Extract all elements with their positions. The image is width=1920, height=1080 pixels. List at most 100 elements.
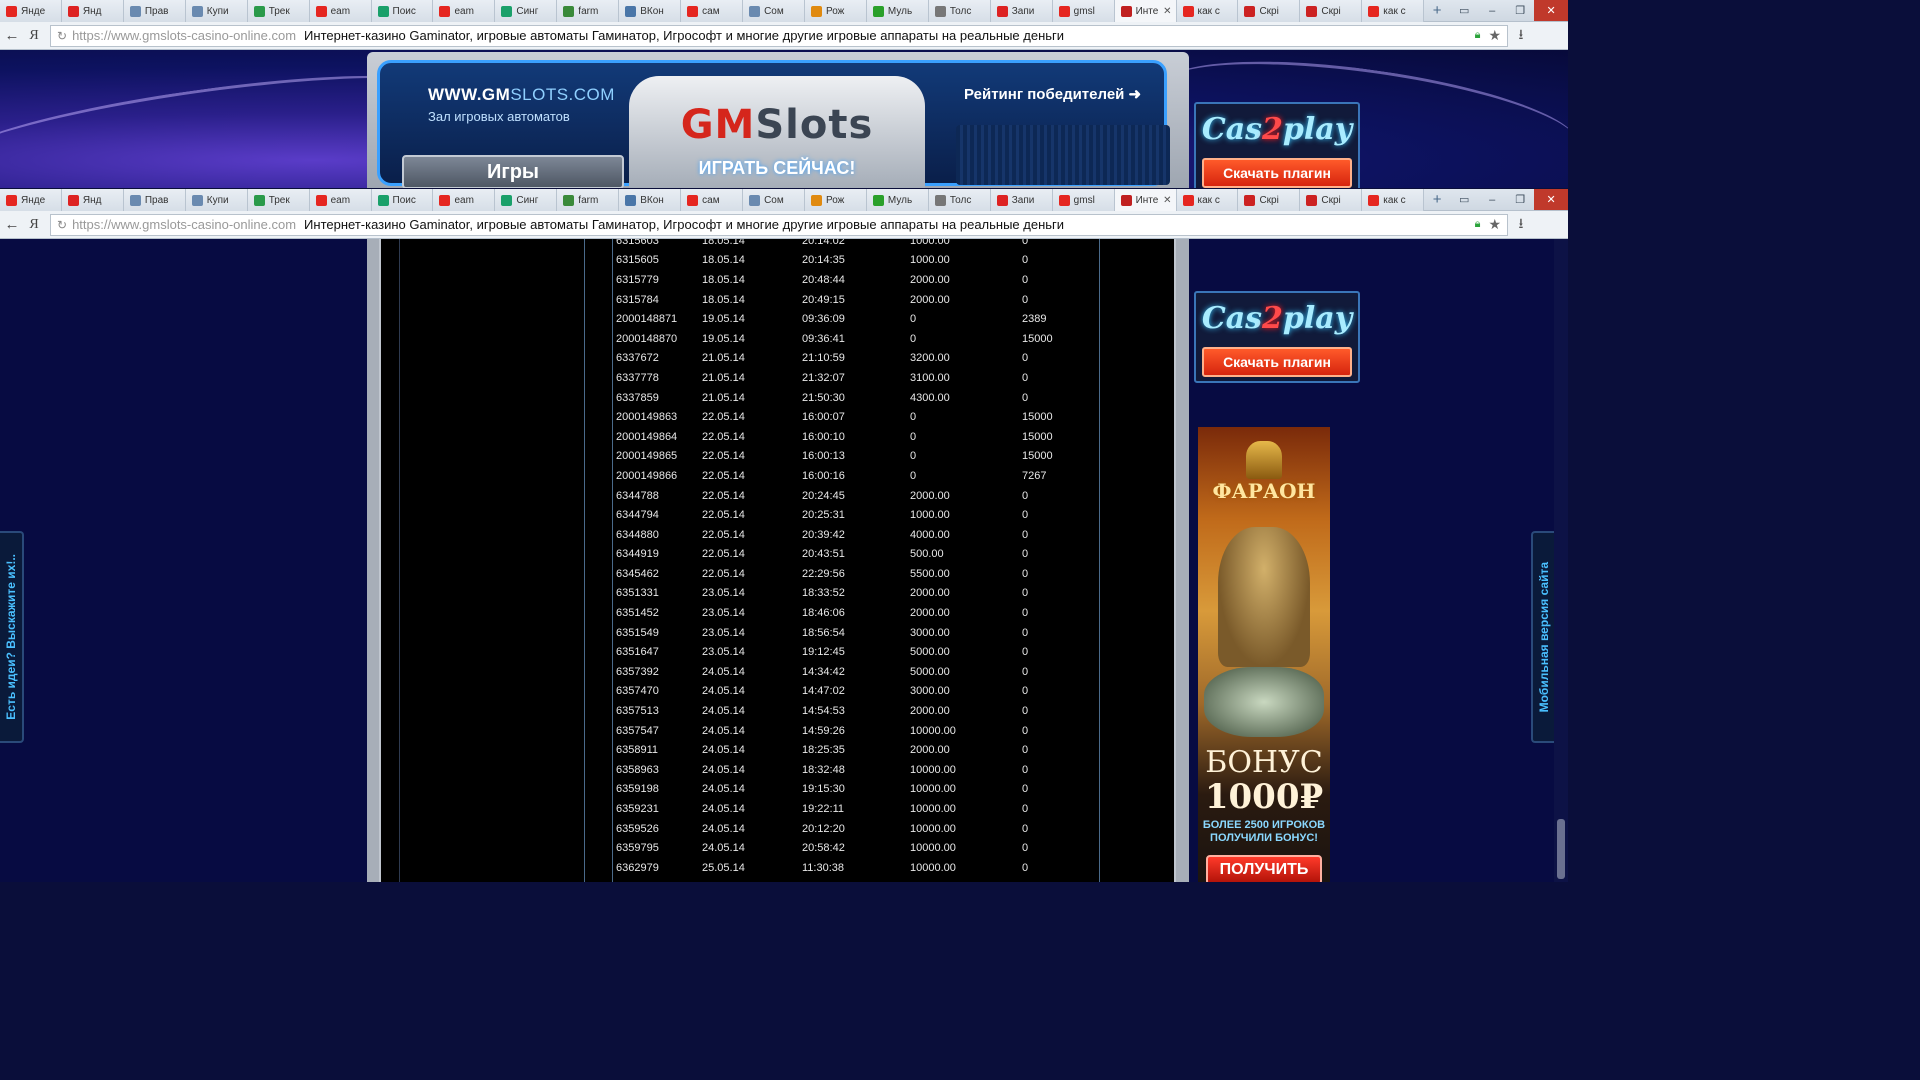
close-tab-icon[interactable]: ✕ — [1163, 6, 1171, 17]
new-tab-button[interactable]: + — [1424, 0, 1450, 21]
browser-tab[interactable]: ВКон — [619, 0, 682, 22]
close-tab-icon[interactable]: ✕ — [1163, 195, 1171, 206]
download-plugin-button[interactable]: Скачать плагин — [1202, 158, 1352, 188]
transaction-time: 21:10:59 — [802, 352, 845, 365]
browser-tab[interactable]: Рож — [804, 189, 867, 211]
minimize-icon[interactable]: – — [1478, 189, 1506, 210]
url-field[interactable]: ↻ https://www.gmslots-casino-online.com … — [50, 213, 1508, 236]
green-circle-icon — [872, 5, 884, 17]
site-domain[interactable]: WWW.GMSLOTS.COM — [428, 85, 615, 105]
table-row: 2000149864 22.05.14 16:00:10 0 15000 — [616, 427, 1082, 447]
pharaoh-casino-ad[interactable]: ФАРАОН БОНУС 1000₽ БОЛЕЕ 2500 ИГРОКОВ ПО… — [1198, 427, 1330, 882]
browser-tab[interactable]: Сом — [743, 189, 805, 211]
deposit-amount: 1000.00 — [910, 239, 950, 247]
browser-tab[interactable]: Запи — [990, 0, 1053, 22]
browser-tab[interactable]: farm — [557, 0, 620, 22]
browser-tab[interactable]: Трек — [247, 189, 310, 211]
browser-tab[interactable]: Толс — [928, 0, 991, 22]
browser-tab[interactable]: Скрі — [1238, 0, 1301, 22]
browser-tab[interactable]: сам — [681, 189, 744, 211]
transaction-date: 24.05.14 — [702, 744, 745, 757]
scrollbar-thumb[interactable] — [1557, 819, 1565, 879]
mobile-version-side-tab[interactable]: Мобильная версия сайта — [1531, 531, 1555, 743]
restore-icon[interactable]: ❐ — [1506, 189, 1534, 210]
browser-tab[interactable]: как с — [1176, 189, 1239, 211]
reload-icon[interactable]: ↻ — [57, 218, 67, 232]
browser-tab[interactable]: Запи — [990, 189, 1053, 211]
browser-tab[interactable]: eam — [433, 189, 496, 211]
browser-tab[interactable]: Янде — [0, 0, 62, 22]
browser-tab[interactable]: Рож — [804, 0, 867, 22]
lock-icon[interactable]: 🔒︎ — [1475, 218, 1481, 231]
browser-tab[interactable]: Трек — [247, 0, 310, 22]
lock-icon[interactable]: 🔒︎ — [1475, 29, 1481, 42]
cas2play-promo[interactable]: Cas2play Скачать плагин — [1194, 291, 1360, 383]
menu-icon[interactable]: ▭ — [1450, 0, 1478, 21]
browser-tab[interactable]: сам — [681, 0, 744, 22]
tab-label: как с — [1197, 5, 1220, 17]
browser-tab[interactable]: farm — [557, 189, 620, 211]
download-icon[interactable]: ⭳ — [1508, 24, 1534, 48]
yandex-icon — [687, 5, 699, 17]
yandex-logo-icon[interactable]: Я — [24, 217, 44, 233]
back-arrow-icon[interactable]: ← — [0, 27, 24, 44]
browser-tab[interactable]: Сом — [743, 0, 805, 22]
browser-tab[interactable]: Инте ✕ — [1114, 189, 1177, 211]
table-row: 6359198 24.05.14 19:15:30 10000.00 0 — [616, 780, 1082, 800]
winners-rating-link[interactable]: Рейтинг победителей ➜ — [964, 85, 1141, 103]
browser-tab[interactable]: gmsl — [1052, 0, 1115, 22]
close-window-icon[interactable]: ✕ — [1534, 189, 1569, 210]
download-icon[interactable]: ⭳ — [1508, 213, 1534, 237]
menu-icon[interactable]: ▭ — [1450, 189, 1478, 210]
download-plugin-button[interactable]: Скачать плагин — [1202, 347, 1352, 377]
close-window-icon[interactable]: ✕ — [1534, 0, 1569, 21]
browser-tab[interactable]: Синг — [495, 0, 558, 22]
star-icon[interactable]: ★ — [1488, 27, 1501, 44]
get-bonus-button[interactable]: ПОЛУЧИТЬ — [1206, 855, 1322, 882]
back-arrow-icon[interactable]: ← — [0, 216, 24, 233]
browser-tab[interactable]: как с — [1362, 0, 1425, 22]
browser-tab[interactable]: Муль — [866, 189, 929, 211]
logo-block[interactable]: GMSlots ИГРАТЬ СЕЙЧАС! — [629, 76, 925, 188]
browser-tab[interactable]: Янде — [0, 189, 62, 211]
browser-tab[interactable]: Купи — [185, 189, 248, 211]
play-now-button[interactable]: ИГРАТЬ СЕЙЧАС! — [629, 158, 925, 179]
transaction-time: 18:56:54 — [802, 626, 845, 639]
feedback-side-tab[interactable]: Есть идеи? Выскажите их!.. — [0, 531, 24, 743]
browser-tab[interactable]: gmsl — [1052, 189, 1115, 211]
browser-tab[interactable]: Купи — [185, 0, 248, 22]
browser-tab[interactable]: eam — [309, 0, 372, 22]
browser-tab[interactable]: Синг — [495, 189, 558, 211]
browser-tab[interactable]: eam — [309, 189, 372, 211]
gmslots-logo[interactable]: GMSlots — [629, 102, 925, 148]
browser-tab[interactable]: Скрі — [1238, 189, 1301, 211]
browser-tab[interactable]: Янд — [61, 189, 124, 211]
browser-tab[interactable]: Муль — [866, 0, 929, 22]
browser-tab[interactable]: ВКон — [619, 189, 682, 211]
games-button[interactable]: Игры — [402, 155, 624, 188]
browser-tab[interactable]: Инте ✕ — [1114, 0, 1177, 22]
browser-tab[interactable]: eam — [433, 0, 496, 22]
scrollbar[interactable] — [1554, 239, 1568, 882]
browser-tab[interactable]: Янд — [61, 0, 124, 22]
minimize-icon[interactable]: – — [1478, 0, 1506, 21]
doc-icon — [749, 194, 761, 206]
browser-tab[interactable]: Поис — [371, 0, 434, 22]
restore-icon[interactable]: ❐ — [1506, 0, 1534, 21]
browser-tab[interactable]: Прав — [123, 189, 186, 211]
browser-tab[interactable]: Скрі — [1300, 0, 1363, 22]
cas2play-promo[interactable]: Cas2play Скачать плагин — [1194, 102, 1360, 188]
browser-tab[interactable]: Поис — [371, 189, 434, 211]
browser-tab[interactable]: как с — [1176, 0, 1239, 22]
browser-tab[interactable]: как с — [1362, 189, 1425, 211]
star-icon[interactable]: ★ — [1488, 216, 1501, 233]
deposit-amount: 0 — [910, 411, 917, 424]
browser-tab[interactable]: Толс — [928, 189, 991, 211]
url-field[interactable]: ↻ https://www.gmslots-casino-online.com … — [50, 24, 1508, 47]
reload-icon[interactable]: ↻ — [57, 29, 67, 43]
site-domain-suffix: SLOTS.COM — [510, 85, 615, 104]
browser-tab[interactable]: Скрі — [1300, 189, 1363, 211]
browser-tab[interactable]: Прав — [123, 0, 186, 22]
new-tab-button[interactable]: + — [1424, 189, 1450, 210]
yandex-logo-icon[interactable]: Я — [24, 28, 44, 44]
